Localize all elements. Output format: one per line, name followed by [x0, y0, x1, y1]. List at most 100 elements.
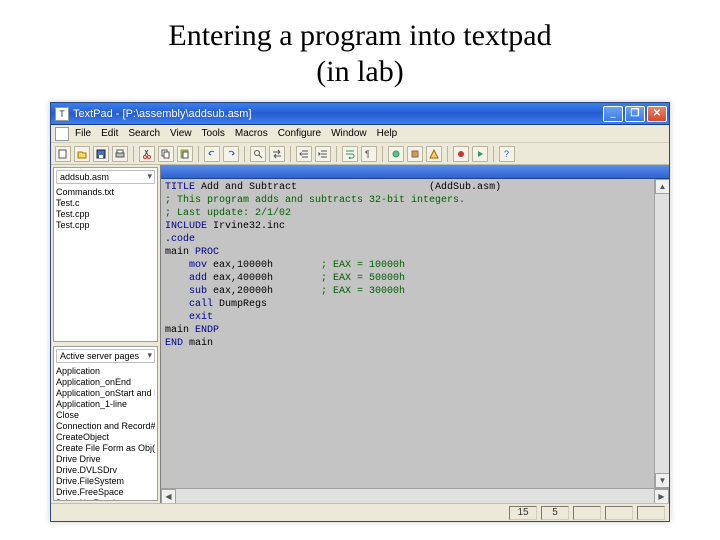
left-sidebar: addsub.asm Commands.txt Test.c Test.cpp …	[51, 165, 161, 503]
document-selector-heading[interactable]: addsub.asm	[56, 170, 155, 184]
document-selector-panel: addsub.asm Commands.txt Test.c Test.cpp …	[53, 167, 158, 342]
clip-library-list[interactable]: Application Application_onEnd Applicatio…	[54, 365, 157, 500]
toolbar-separator	[336, 146, 337, 162]
code-text: Irvine32.inc	[207, 221, 285, 232]
menu-window[interactable]: Window	[331, 128, 367, 139]
toolbar-indent-icon[interactable]	[296, 146, 312, 162]
clip-item[interactable]: Application_1-line	[56, 399, 155, 410]
toolbar-replace-icon[interactable]	[269, 146, 285, 162]
toolbar-separator	[447, 146, 448, 162]
toolbar-tool3-icon[interactable]	[426, 146, 442, 162]
scroll-up-icon[interactable]: ▲	[655, 179, 669, 194]
code-text: eax,20000h	[207, 286, 273, 297]
code-text: DumpRegs	[213, 299, 267, 310]
toolbar-separator	[244, 146, 245, 162]
clip-item[interactable]: Application	[56, 366, 155, 377]
clip-item[interactable]: Connection and Record#	[56, 421, 155, 432]
scroll-track[interactable]	[655, 194, 669, 473]
menu-search[interactable]: Search	[128, 128, 160, 139]
toolbar-tool1-icon[interactable]	[388, 146, 404, 162]
toolbar-tool2-icon[interactable]	[407, 146, 423, 162]
toolbar-macro-play-icon[interactable]	[472, 146, 488, 162]
menu-view[interactable]: View	[170, 128, 192, 139]
clip-item[interactable]: Drive.NotReady	[56, 498, 155, 500]
clip-item[interactable]: Application_onEnd	[56, 377, 155, 388]
clip-item[interactable]: Application_onStart and Record#	[56, 388, 155, 399]
kw-code: .code	[165, 234, 195, 245]
close-button[interactable]: ✕	[647, 106, 667, 122]
document-selector-list[interactable]: Commands.txt Test.c Test.cpp Test.cpp	[54, 186, 157, 341]
doc-item[interactable]: Test.cpp	[56, 209, 155, 220]
document-titlebar[interactable]	[161, 165, 669, 179]
scroll-down-icon[interactable]: ▼	[655, 473, 669, 488]
editor-pane: TITLE Add and Subtract (AddSub.asm) ; Th…	[161, 165, 669, 503]
toolbar-separator	[133, 146, 134, 162]
toolbar-paste-icon[interactable]	[177, 146, 193, 162]
doc-item[interactable]: Test.cpp	[56, 220, 155, 231]
comment: ; EAX = 30000h	[273, 286, 405, 297]
toolbar-help-icon[interactable]: ?	[499, 146, 515, 162]
slide-title-line1: Entering a program into textpad	[168, 19, 551, 52]
vertical-scrollbar[interactable]: ▲ ▼	[654, 179, 669, 488]
scroll-track[interactable]	[176, 489, 654, 503]
app-icon: T	[55, 107, 69, 121]
kw-exit: exit	[165, 312, 213, 323]
toolbar-macro-rec-icon[interactable]	[453, 146, 469, 162]
kw-title: TITLE	[165, 182, 195, 193]
toolbar-undo-icon[interactable]	[204, 146, 220, 162]
menu-tools[interactable]: Tools	[202, 128, 225, 139]
kw-endp: ENDP	[195, 325, 219, 336]
status-line: 15	[509, 506, 537, 520]
doc-item[interactable]: Test.c	[56, 198, 155, 209]
toolbar-showpara-icon[interactable]: ¶	[361, 146, 377, 162]
toolbar-outdent-icon[interactable]	[315, 146, 331, 162]
menu-macros[interactable]: Macros	[235, 128, 268, 139]
maximize-button[interactable]: ❐	[625, 106, 645, 122]
toolbar-copy-icon[interactable]	[158, 146, 174, 162]
toolbar-separator	[198, 146, 199, 162]
scroll-right-icon[interactable]: ▶	[654, 489, 669, 503]
statusbar: 15 5	[51, 503, 669, 521]
titlebar[interactable]: T TextPad - [P:\assembly\addsub.asm] _ ❐…	[51, 103, 669, 125]
clip-item[interactable]: Close	[56, 410, 155, 421]
menu-configure[interactable]: Configure	[278, 128, 321, 139]
toolbar-separator	[382, 146, 383, 162]
clip-library-heading[interactable]: Active server pages	[56, 349, 155, 363]
code-text: main	[165, 325, 195, 336]
clip-item[interactable]: Drive.FreeSpace	[56, 487, 155, 498]
menu-edit[interactable]: Edit	[101, 128, 118, 139]
comment: ; This program adds and subtracts 32-bit…	[165, 195, 465, 206]
code-text: eax,10000h	[207, 260, 273, 271]
toolbar-print-icon[interactable]	[112, 146, 128, 162]
doc-item[interactable]: Commands.txt	[56, 187, 155, 198]
code-text: main	[183, 338, 213, 349]
minimize-button[interactable]: _	[603, 106, 623, 122]
clip-item[interactable]: Drive.DVLSDrv	[56, 465, 155, 476]
kw-add: add	[165, 273, 207, 284]
doc-mdi-icon	[55, 127, 69, 141]
menu-file[interactable]: File	[75, 128, 91, 139]
toolbar-new-icon[interactable]	[55, 146, 71, 162]
kw-sub: sub	[165, 286, 207, 297]
slide-title-line2: (in lab)	[316, 55, 403, 88]
code-text: eax,40000h	[207, 273, 273, 284]
kw-proc: PROC	[195, 247, 219, 258]
scroll-left-icon[interactable]: ◀	[161, 489, 176, 503]
status-mode	[573, 506, 601, 520]
toolbar-cut-icon[interactable]	[139, 146, 155, 162]
toolbar-find-icon[interactable]	[250, 146, 266, 162]
code-text: Add and Subtract (AddSub.asm)	[195, 182, 501, 193]
clip-item[interactable]: Drive.FileSystem	[56, 476, 155, 487]
toolbar-separator	[493, 146, 494, 162]
toolbar-save-icon[interactable]	[93, 146, 109, 162]
clip-item[interactable]: CreateObject	[56, 432, 155, 443]
code-editor[interactable]: TITLE Add and Subtract (AddSub.asm) ; Th…	[161, 179, 654, 488]
clip-item[interactable]: Drive Drive	[56, 454, 155, 465]
toolbar-redo-icon[interactable]	[223, 146, 239, 162]
horizontal-scrollbar[interactable]: ◀ ▶	[161, 488, 669, 503]
clip-item[interactable]: Create File Form as Obj(x)	[56, 443, 155, 454]
toolbar-separator	[290, 146, 291, 162]
toolbar-wordwrap-icon[interactable]	[342, 146, 358, 162]
menu-help[interactable]: Help	[377, 128, 398, 139]
toolbar-open-icon[interactable]	[74, 146, 90, 162]
